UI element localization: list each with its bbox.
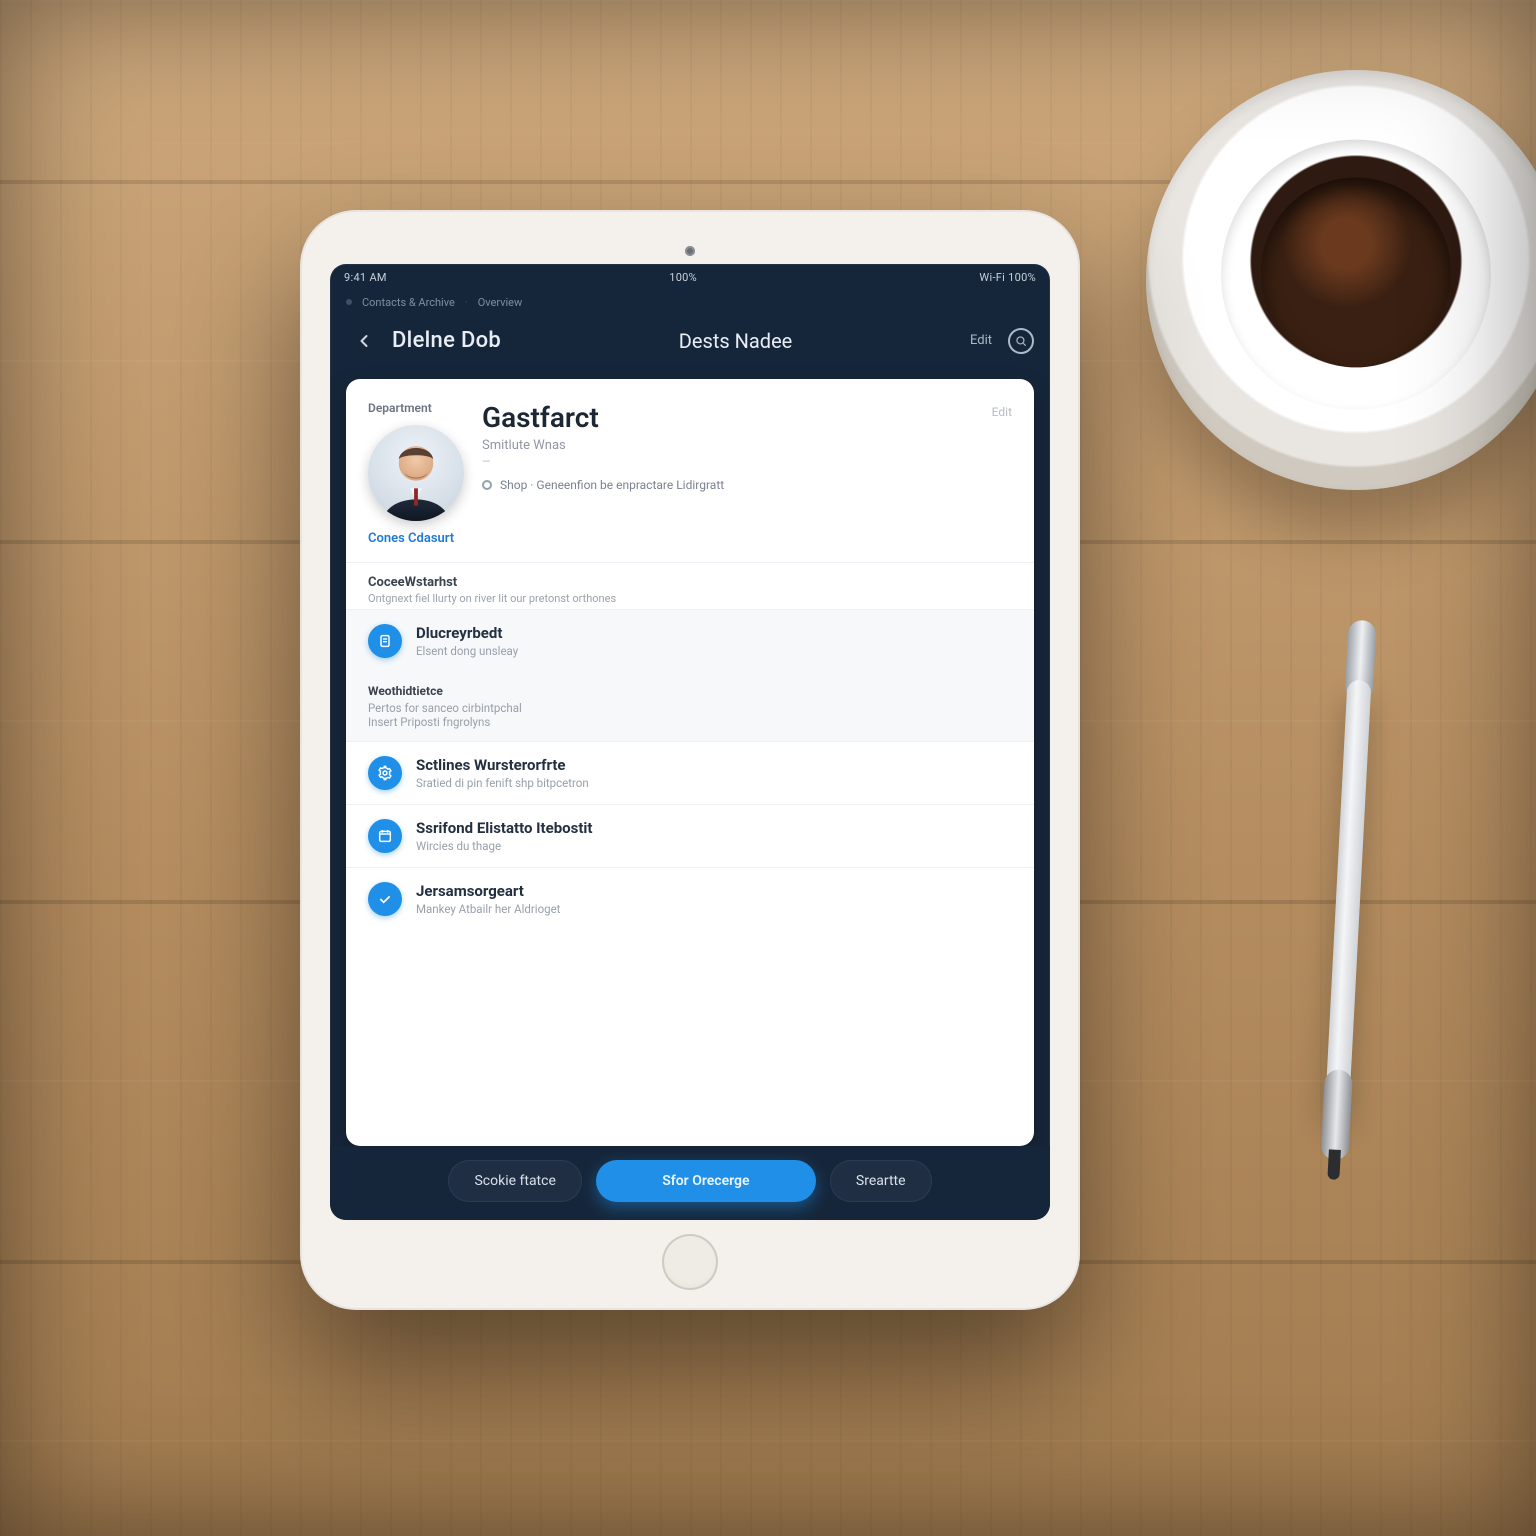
home-button[interactable]	[662, 1234, 718, 1290]
header-center-title: Dests Nadee	[501, 329, 970, 353]
tablet-frame: 9:41 AM 100% Wi‑Fi 100% Contacts & Archi…	[300, 210, 1080, 1310]
search-icon	[1014, 334, 1028, 348]
profile-name: Gastfarct	[482, 401, 974, 434]
app-screen: 9:41 AM 100% Wi‑Fi 100% Contacts & Archi…	[330, 264, 1050, 1220]
profile-meta: —	[482, 455, 974, 468]
footer-left-button[interactable]: Scokie ftatce	[448, 1160, 581, 1202]
info-block: Weothidtietce Pertos for sanceo cirbintp…	[346, 672, 1034, 741]
breadcrumb-dot	[346, 299, 352, 305]
row-sub: Mankey Atbailr her Aldrioget	[416, 902, 560, 916]
status-left: 9:41 AM	[344, 271, 387, 284]
profile-card: Department	[346, 379, 1034, 1146]
app-header: Dlelne Dob Dests Nadee Edit	[330, 315, 1050, 379]
profile-action-link[interactable]: Cones Cdasurt	[368, 531, 464, 546]
row-sub: Elsent dong unsleay	[416, 644, 518, 658]
breadcrumb-a[interactable]: Contacts & Archive	[362, 296, 455, 309]
chevron-left-icon	[354, 331, 374, 351]
avatar-image	[368, 425, 464, 521]
gear-icon	[377, 765, 393, 781]
list-item[interactable]: Sctlines Wursterorfrte Sratied di pin fe…	[346, 741, 1034, 804]
row-title: Sctlines Wursterorfrte	[416, 756, 589, 774]
status-bar: 9:41 AM 100% Wi‑Fi 100%	[330, 264, 1050, 292]
list-item[interactable]: Ssrifond Elistatto Itebostit Wircies du …	[346, 804, 1034, 867]
row-icon	[368, 819, 402, 853]
block-title: Weothidtietce	[368, 684, 1012, 698]
breadcrumb-b[interactable]: Overview	[478, 296, 523, 309]
row-title: Ssrifond Elistatto Itebostit	[416, 819, 592, 837]
row-sub: Sratied di pin fenift shp bitpcetron	[416, 776, 589, 790]
status-right: Wi‑Fi 100%	[979, 271, 1036, 284]
calendar-icon	[377, 828, 393, 844]
status-center: 100%	[669, 271, 697, 284]
card-corner-badge[interactable]: Edit	[992, 401, 1012, 546]
block-line-2: Insert Priposti fngrolyns	[368, 715, 1012, 729]
profile-eyebrow: Department	[368, 401, 464, 415]
header-left-title: Dlelne Dob	[392, 328, 501, 353]
breadcrumb: Contacts & Archive · Overview	[330, 292, 1050, 315]
profile-location: Shop · Geneenfion be enpractare Lidirgra…	[482, 478, 974, 492]
footer-bar: Scokie ftatce Sfor Orecerge Sreartte	[330, 1146, 1050, 1220]
row-sub: Wircies du thage	[416, 839, 592, 853]
row-icon	[368, 624, 402, 658]
row-icon	[368, 756, 402, 790]
front-camera	[685, 246, 695, 256]
list: Dlucreyrbedt Elsent dong unsleay Weothid…	[346, 609, 1034, 930]
row-title: Dlucreyrbedt	[416, 624, 518, 642]
profile-header: Department	[346, 379, 1034, 558]
back-button[interactable]	[346, 323, 382, 359]
header-edit-link[interactable]: Edit	[970, 333, 992, 348]
section-label: CoceeWstarhst	[368, 575, 1012, 590]
list-item[interactable]: Jersamsorgeart Mankey Atbailr her Aldrio…	[346, 867, 1034, 930]
pin-icon	[482, 480, 492, 490]
list-item[interactable]: Dlucreyrbedt Elsent dong unsleay	[346, 609, 1034, 672]
row-icon	[368, 882, 402, 916]
avatar[interactable]	[368, 425, 464, 521]
section-hint: Ontgnext fiel llurty on river lit our pr…	[368, 592, 1012, 605]
search-button[interactable]	[1008, 328, 1034, 354]
profile-location-text: Shop · Geneenfion be enpractare Lidirgra…	[500, 478, 724, 492]
check-icon	[377, 891, 393, 907]
section-header: CoceeWstarhst Ontgnext fiel llurty on ri…	[346, 563, 1034, 609]
profile-subtitle: Smitlute Wnas	[482, 438, 974, 453]
block-line-1: Pertos for sanceo cirbintpchal	[368, 701, 1012, 715]
footer-right-button[interactable]: Sreartte	[830, 1160, 932, 1202]
document-icon	[377, 633, 393, 649]
footer-primary-button[interactable]: Sfor Orecerge	[596, 1160, 816, 1202]
coffee-cup	[1146, 70, 1536, 490]
row-title: Jersamsorgeart	[416, 882, 560, 900]
